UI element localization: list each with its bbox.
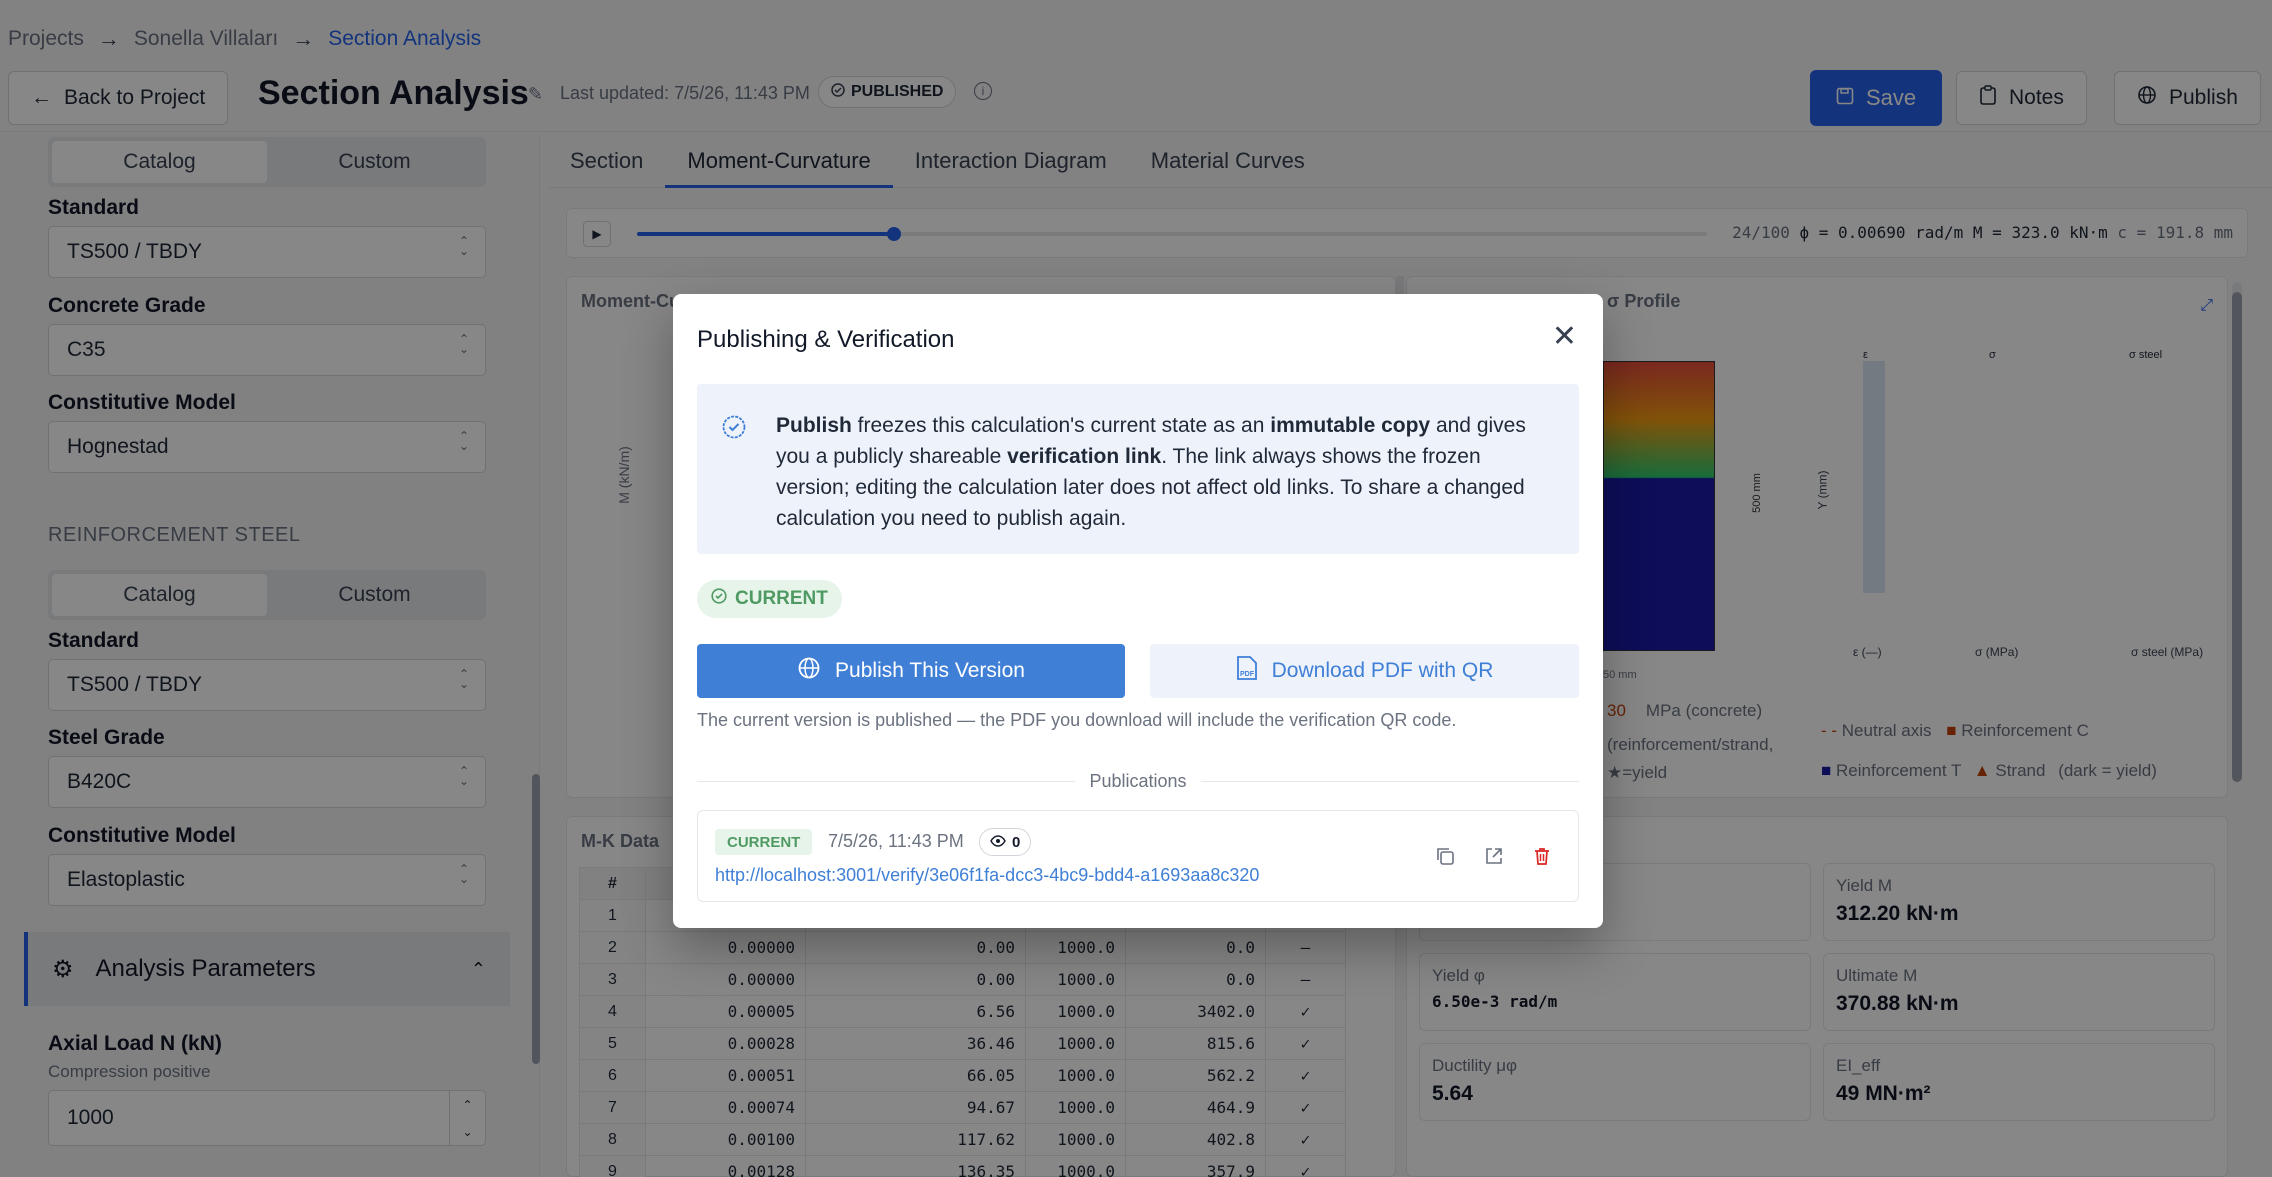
copy-icon[interactable] <box>1432 843 1458 869</box>
info-emphasis: verification link <box>1007 445 1162 468</box>
external-link-icon[interactable] <box>1481 843 1507 869</box>
publication-views: 0 <box>979 828 1032 856</box>
pdf-file-icon: PDF <box>1236 655 1258 687</box>
download-pdf-label: Download PDF with QR <box>1271 659 1494 682</box>
publish-version-label: Publish This Version <box>835 659 1025 682</box>
dialog-title: Publishing & Verification <box>697 326 955 353</box>
divider-line <box>697 780 1076 782</box>
info-emphasis: immutable copy <box>1270 414 1431 437</box>
check-circle-icon <box>711 588 727 610</box>
info-fragment: freezes this calculation's current state… <box>851 414 1271 437</box>
shield-check-icon <box>721 414 747 445</box>
trash-icon[interactable] <box>1529 843 1555 869</box>
divider-line <box>1200 780 1579 782</box>
download-pdf-button[interactable]: PDF Download PDF with QR <box>1150 644 1579 698</box>
current-status-chip: CURRENT <box>697 580 842 618</box>
close-icon[interactable]: ✕ <box>1552 322 1577 352</box>
current-status-text: CURRENT <box>735 588 828 609</box>
publications-divider: Publications <box>697 770 1579 792</box>
verification-link[interactable]: http://localhost:3001/verify/3e06f1fa-dc… <box>715 865 1259 886</box>
publishing-dialog: Publishing & Verification ✕ Publish free… <box>673 294 1603 928</box>
publish-version-button[interactable]: Publish This Version <box>697 644 1125 698</box>
publication-date: 7/5/26, 11:43 PM <box>828 831 964 851</box>
view-count: 0 <box>1012 833 1021 851</box>
globe-icon <box>797 656 821 686</box>
publication-status-badge: CURRENT <box>715 829 813 855</box>
info-callout: Publish freezes this calculation's curre… <box>697 384 1579 554</box>
publication-row: CURRENT 7/5/26, 11:43 PM 0 http://localh… <box>697 810 1579 902</box>
svg-text:PDF: PDF <box>1240 671 1255 678</box>
info-text: Publish freezes this calculation's curre… <box>776 410 1556 534</box>
published-note: The current version is published — the P… <box>697 710 1457 730</box>
publications-label: Publications <box>1089 770 1187 791</box>
info-emphasis: Publish <box>776 414 852 437</box>
eye-icon <box>990 834 1006 851</box>
